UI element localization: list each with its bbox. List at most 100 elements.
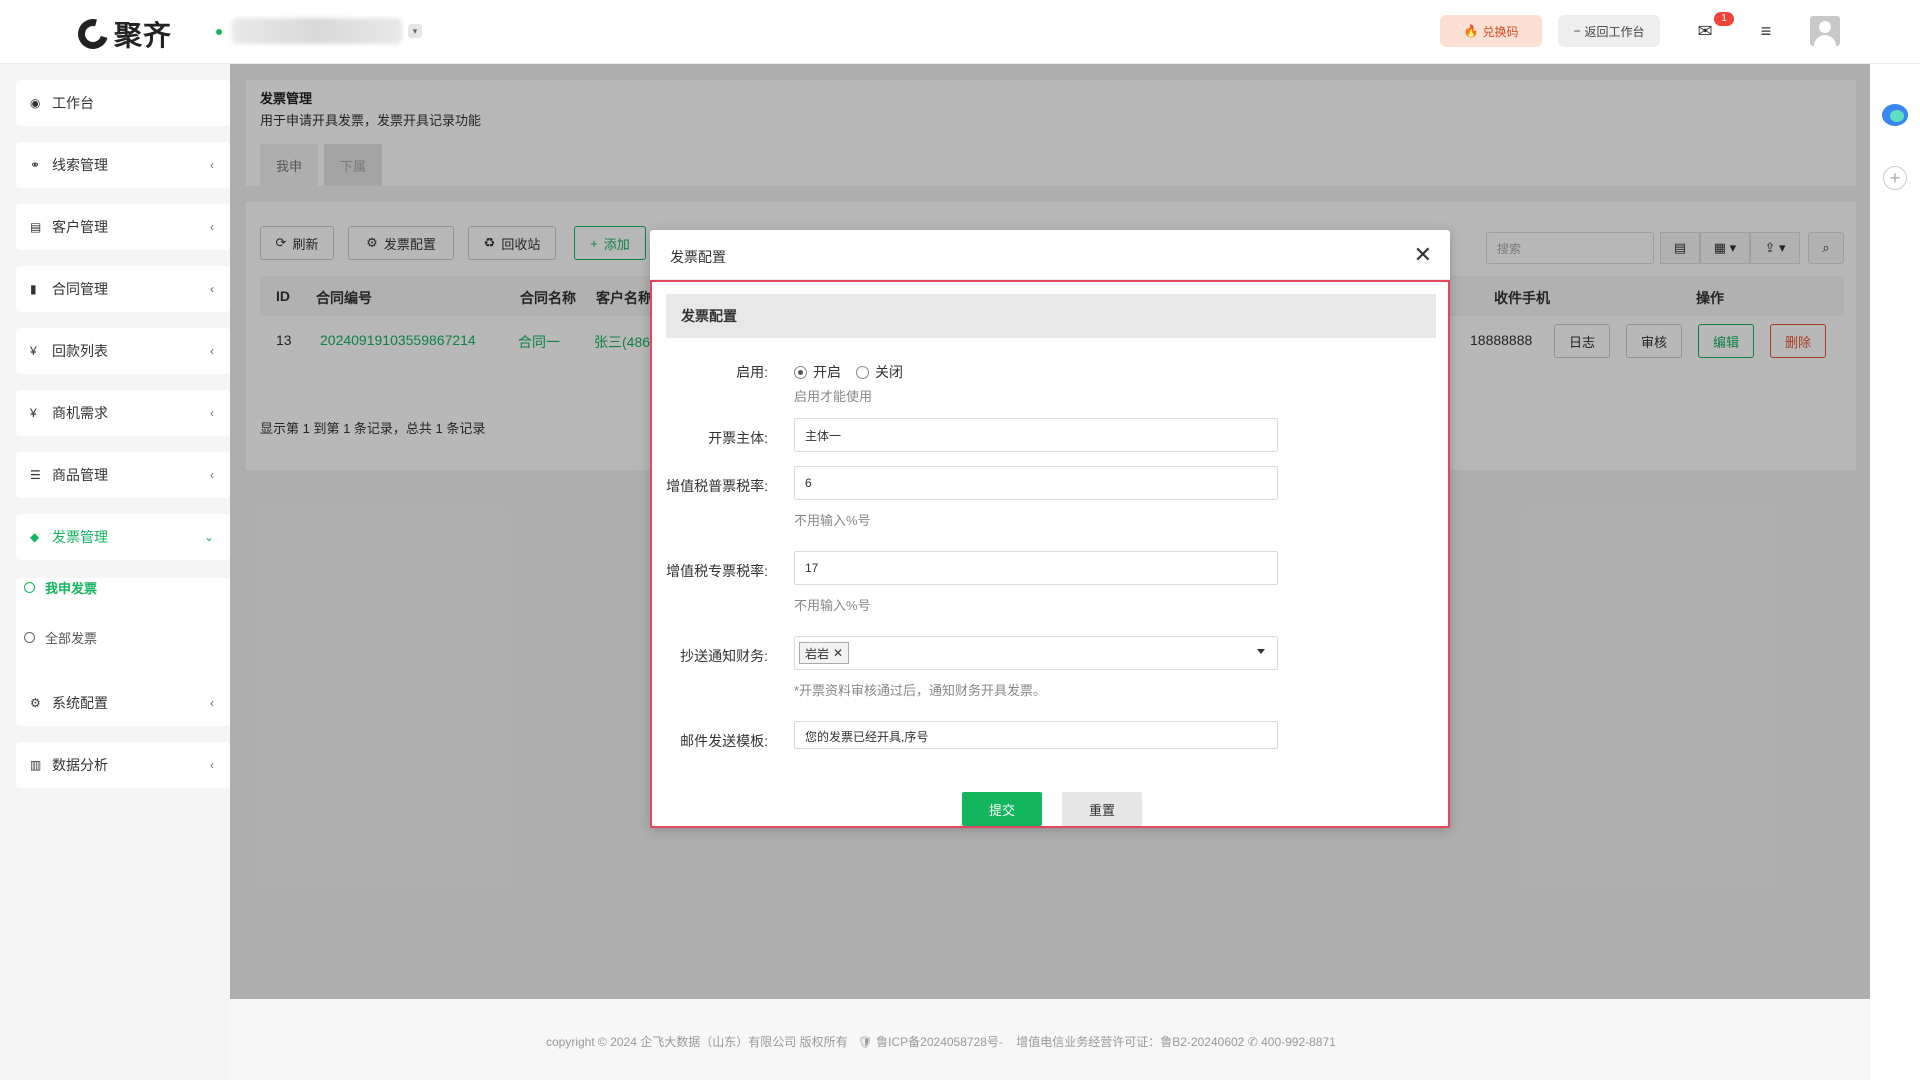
mail-template-textarea[interactable]: 您的发票已经开具,序号 xyxy=(794,721,1278,749)
invoice-config-modal: 发票配置 ✕ 发票配置 启用: 开启 关闭 启用才能使用 开票主体: 主体一 增… xyxy=(650,230,1450,828)
sidebar-item-label: 系统配置 xyxy=(52,695,108,711)
back-to-workbench-button[interactable]: − 返回工作台 xyxy=(1558,15,1660,47)
sidebar-item-label: 商机需求 xyxy=(52,405,108,421)
phone-text: 400-992-8871 xyxy=(1261,1035,1336,1049)
radio-checked-icon xyxy=(794,365,807,379)
cc-finance-label: 抄送通知财务: xyxy=(680,648,768,664)
chevron-left-icon: ‹ xyxy=(210,406,214,420)
special-rate-hint: 不用输入%号 xyxy=(794,598,871,613)
radio-unchecked-icon xyxy=(856,365,869,379)
tag-label: 岩岩 xyxy=(805,646,830,661)
sidebar-item-leads[interactable]: ⚭ 线索管理 ‹ xyxy=(16,142,230,188)
tag-remove-icon[interactable]: ✕ xyxy=(833,646,843,660)
sidebar-item-invoices[interactable]: ◆ 发票管理 ⌄ xyxy=(16,514,230,560)
sidebar-item-workbench[interactable]: ◉ 工作台 xyxy=(16,80,230,126)
mail-badge: 1 xyxy=(1714,12,1734,26)
submit-button[interactable]: 提交 xyxy=(962,792,1042,826)
chevron-left-icon: ‹ xyxy=(210,344,214,358)
sidebar-item-label: 合同管理 xyxy=(52,281,108,297)
chevron-down-icon xyxy=(1257,649,1265,654)
modal-title: 发票配置 xyxy=(670,249,726,265)
sidebar-subitem-label: 全部发票 xyxy=(45,631,98,646)
plus-icon[interactable]: + xyxy=(1883,166,1907,190)
entity-label: 开票主体: xyxy=(708,430,768,446)
org-caret-icon[interactable]: ▾ xyxy=(408,24,422,38)
sidebar-subitem-label: 我申发票 xyxy=(45,581,98,596)
sidebar-subitem-all-invoices[interactable]: 全部发票 xyxy=(24,628,97,647)
back-label: 返回工作台 xyxy=(1584,24,1645,39)
chevron-left-icon: ‹ xyxy=(210,158,214,172)
phone-icon: ✆ xyxy=(1247,1035,1262,1049)
menu-icon[interactable]: ≡ xyxy=(1753,18,1779,44)
logo-icon xyxy=(72,13,114,55)
mail-template-value: 您的发票已经开具,序号 xyxy=(805,730,929,744)
enable-on-label: 开启 xyxy=(813,364,841,380)
enable-off-label: 关闭 xyxy=(875,364,903,380)
mail-template-label: 邮件发送模板: xyxy=(680,733,768,749)
enable-label: 启用: xyxy=(736,364,768,380)
dashboard-icon: ◉ xyxy=(30,96,41,110)
normal-rate-input[interactable]: 6 xyxy=(794,466,1278,500)
close-icon[interactable]: ✕ xyxy=(1414,242,1432,268)
redeem-button[interactable]: 🔥 兑换码 xyxy=(1440,15,1542,47)
bar-chart-icon: ▥ xyxy=(30,758,42,772)
normal-rate-value: 6 xyxy=(805,476,812,490)
icp-link[interactable]: 鲁ICP备2024058728号- xyxy=(876,1035,1003,1049)
sidebar-item-label: 回款列表 xyxy=(52,343,108,359)
footer-text: copyright © 2024 企飞大数据（山东）有限公司 版权所有 🛡 鲁I… xyxy=(546,1033,1336,1050)
org-selector[interactable] xyxy=(232,18,402,44)
section-title: 发票配置 xyxy=(666,294,1436,338)
enable-off-radio[interactable]: 关闭 xyxy=(856,362,903,382)
id-card-icon: ▤ xyxy=(30,220,42,234)
gears-icon: ⚙ xyxy=(30,696,41,710)
chevron-left-icon: ‹ xyxy=(210,282,214,296)
minus-icon: − xyxy=(1573,24,1581,38)
sidebar-item-customers[interactable]: ▤ 客户管理 ‹ xyxy=(16,204,230,250)
sidebar-item-products[interactable]: ☰ 商品管理 ‹ xyxy=(16,452,230,498)
link-icon: ⚭ xyxy=(30,158,41,172)
reset-button[interactable]: 重置 xyxy=(1062,792,1142,826)
sidebar-item-label: 线索管理 xyxy=(52,157,108,173)
entity-value: 主体一 xyxy=(805,428,842,443)
sidebar-item-label: 数据分析 xyxy=(52,757,108,773)
sidebar-item-opportunities[interactable]: ¥ 商机需求 ‹ xyxy=(16,390,230,436)
cc-finance-hint: *开票资料审核通过后，通知财务开具发票。 xyxy=(794,683,1047,698)
chevron-left-icon: ‹ xyxy=(210,696,214,710)
sidebar-item-label: 发票管理 xyxy=(52,529,108,545)
sidebar-item-system-config[interactable]: ⚙ 系统配置 ‹ xyxy=(16,680,230,726)
cc-finance-select[interactable]: 岩岩 ✕ xyxy=(794,636,1278,670)
yen-icon: ¥ xyxy=(30,406,37,420)
sidebar-item-label: 工作台 xyxy=(52,95,94,111)
chevron-left-icon: ‹ xyxy=(210,468,214,482)
license-text: 增值电信业务经营许可证：鲁B2-20240602 xyxy=(1016,1035,1245,1049)
normal-rate-hint: 不用输入%号 xyxy=(794,513,871,528)
enable-hint: 启用才能使用 xyxy=(794,389,873,404)
chat-icon[interactable] xyxy=(1882,104,1908,126)
normal-rate-label: 增值税普票税率: xyxy=(666,478,768,494)
special-rate-label: 增值税专票税率: xyxy=(666,563,768,579)
list-icon: ☰ xyxy=(30,468,41,482)
special-rate-input[interactable]: 17 xyxy=(794,551,1278,585)
right-rail: + xyxy=(1870,64,1920,1080)
sidebar-item-contracts[interactable]: ▮ 合同管理 ‹ xyxy=(16,266,230,312)
circle-icon xyxy=(24,582,35,593)
sidebar-subitem-my-invoices[interactable]: 我申发票 xyxy=(24,578,97,597)
user-avatar[interactable] xyxy=(1810,16,1840,46)
circle-icon xyxy=(24,632,35,643)
sidebar: ◉ 工作台 ⚭ 线索管理 ‹ ▤ 客户管理 ‹ ▮ 合同管理 ‹ ¥ 回款列表 … xyxy=(0,64,230,1080)
special-rate-value: 17 xyxy=(805,561,819,575)
sidebar-item-label: 商品管理 xyxy=(52,467,108,483)
selected-tag: 岩岩 ✕ xyxy=(799,642,850,664)
chevron-left-icon: ‹ xyxy=(210,758,214,772)
footer: copyright © 2024 企飞大数据（山东）有限公司 版权所有 🛡 鲁I… xyxy=(230,999,1870,1080)
fire-icon: 🔥 xyxy=(1463,24,1479,38)
sidebar-item-payments[interactable]: ¥ 回款列表 ‹ xyxy=(16,328,230,374)
enable-on-radio[interactable]: 开启 xyxy=(794,362,841,382)
app-logo[interactable]: 聚齐 xyxy=(72,13,172,55)
modal-header: 发票配置 ✕ xyxy=(650,230,1450,280)
sidebar-item-analytics[interactable]: ▥ 数据分析 ‹ xyxy=(16,742,230,788)
copyright-text: copyright © 2024 企飞大数据（山东）有限公司 版权所有 xyxy=(546,1035,848,1049)
redeem-label: 兑换码 xyxy=(1482,24,1519,39)
entity-input[interactable]: 主体一 xyxy=(794,418,1278,452)
modal-body: 发票配置 启用: 开启 关闭 启用才能使用 开票主体: 主体一 增值税普票税率:… xyxy=(650,280,1450,828)
